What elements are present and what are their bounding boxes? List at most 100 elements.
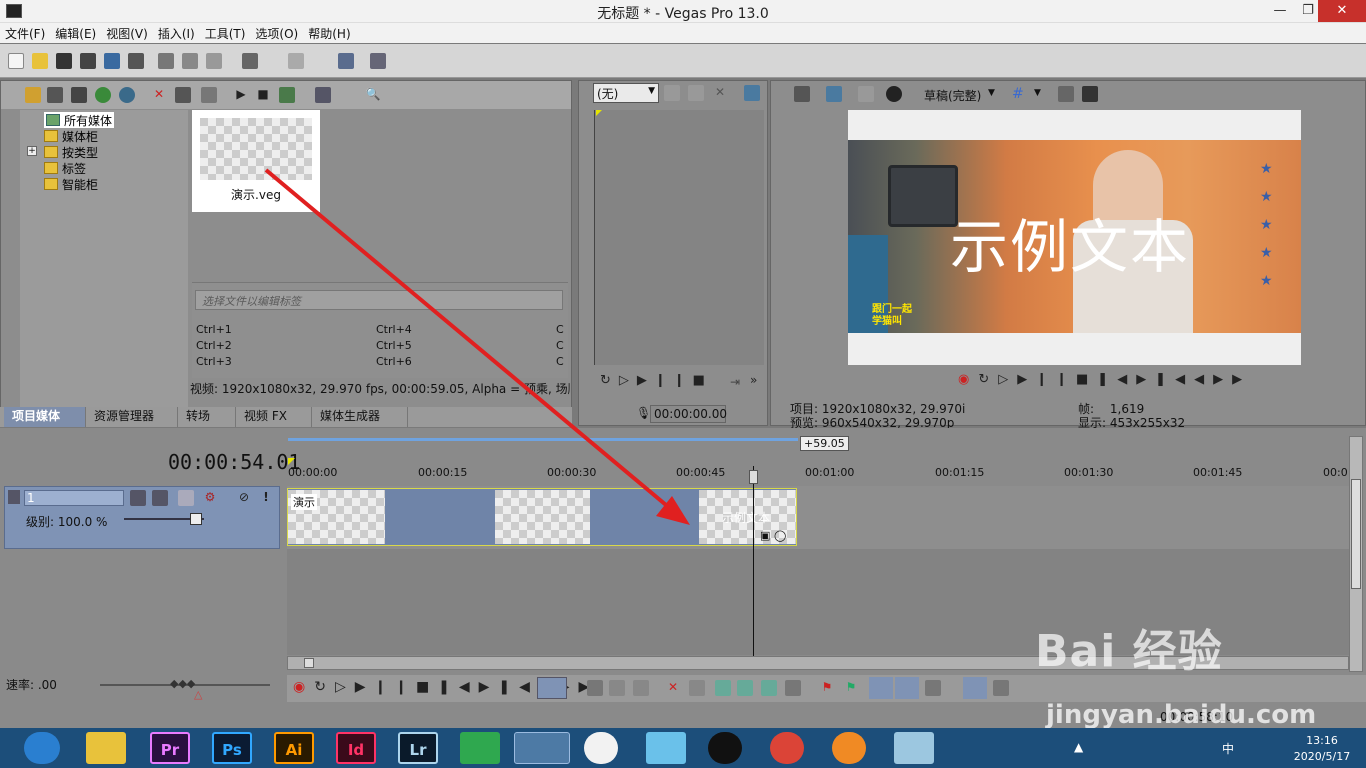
tree-item-tags[interactable]: 标签: [44, 160, 86, 176]
undo-icon[interactable]: [242, 53, 258, 69]
lightroom-icon[interactable]: Lr: [398, 732, 438, 764]
clock-date[interactable]: 2020/5/17: [1290, 750, 1354, 763]
insert-region-icon[interactable]: ⚑: [843, 680, 859, 696]
overlays-icon[interactable]: #: [1012, 86, 1024, 102]
chevron-down-icon[interactable]: ▼: [988, 88, 995, 98]
tree-item-by-type[interactable]: 按类型: [44, 144, 98, 160]
illustrator-icon[interactable]: Ai: [274, 732, 314, 764]
import-media-icon[interactable]: [25, 87, 41, 103]
stop-icon[interactable]: ■: [255, 87, 271, 103]
delete-icon[interactable]: ✕: [665, 680, 681, 696]
qq-icon[interactable]: [708, 732, 742, 764]
trim-monitor-icon[interactable]: [744, 85, 760, 101]
track-motion-icon[interactable]: [130, 490, 146, 506]
menu-view[interactable]: 视图(V): [101, 23, 153, 44]
new-file-icon[interactable]: [8, 53, 24, 69]
indesign-icon[interactable]: Id: [336, 732, 376, 764]
remove-icon[interactable]: ✕: [151, 87, 167, 103]
trim-icon[interactable]: [689, 680, 705, 696]
solo-icon[interactable]: !: [258, 490, 274, 506]
ripple-edit-icon[interactable]: [925, 680, 941, 696]
trim-more-icon[interactable]: »: [750, 373, 757, 387]
capture-icon[interactable]: [47, 87, 63, 103]
ime-indicator[interactable]: 中: [1222, 740, 1234, 757]
gear-icon[interactable]: ⚙: [202, 490, 218, 506]
split-screen-icon[interactable]: [886, 86, 902, 102]
media-fx-icon[interactable]: [201, 87, 217, 103]
rate-slider-handle[interactable]: ◆◆◆: [170, 677, 195, 690]
views-icon[interactable]: [315, 87, 331, 103]
render-icon[interactable]: [104, 53, 120, 69]
event-fx-icon[interactable]: ◯: [774, 529, 786, 542]
preview-quality-select[interactable]: 草稿(完整): [924, 87, 981, 104]
web-icon[interactable]: [95, 87, 111, 103]
playhead-cursor[interactable]: [753, 466, 754, 656]
split-icon[interactable]: [761, 680, 777, 696]
event-pan-crop-icon[interactable]: ▣: [760, 529, 770, 542]
file-explorer-icon[interactable]: [86, 732, 126, 764]
properties-icon[interactable]: [128, 53, 144, 69]
auto-preview-icon[interactable]: [279, 87, 295, 103]
loop-region-bar[interactable]: [288, 438, 798, 441]
external-monitor-icon[interactable]: [826, 86, 842, 102]
trim-insert-icon[interactable]: ⇥: [730, 375, 740, 389]
chevron-down-icon[interactable]: ▼: [1034, 88, 1041, 98]
normal-edit-tool-icon[interactable]: [537, 677, 567, 699]
snapping-icon[interactable]: [869, 677, 893, 699]
chrome-icon[interactable]: [770, 732, 804, 764]
expand-toggle[interactable]: +: [27, 146, 37, 156]
menu-tools[interactable]: 工具(T): [200, 23, 251, 44]
record-icon[interactable]: ◉: [293, 679, 314, 695]
tree-item-bins[interactable]: 媒体柜: [44, 128, 98, 144]
tab-video-fx[interactable]: 视频 FX: [236, 407, 312, 427]
lock-icon[interactable]: [785, 680, 801, 696]
get-media-icon[interactable]: [71, 87, 87, 103]
clock-time[interactable]: 13:16: [1296, 734, 1348, 747]
trim-tool-icon[interactable]: [664, 85, 680, 101]
preview-properties-icon[interactable]: [794, 86, 810, 102]
redo-icon[interactable]: [288, 53, 304, 69]
ignore-grouping-icon[interactable]: [993, 680, 1009, 696]
preview-transport[interactable]: ◉↻▷▶❙❙■❚◀▶❚◀◀▶▶: [958, 372, 1251, 387]
search-icon[interactable]: 🔍: [365, 87, 381, 103]
trim-start-icon[interactable]: [715, 680, 731, 696]
envelope-tool-icon[interactable]: [587, 680, 603, 696]
timeline-ruler[interactable]: 00:00:00 00:00:15 00:00:30 00:00:45 00:0…: [287, 466, 1349, 486]
compositing-icon[interactable]: [178, 490, 194, 506]
cut-icon[interactable]: [158, 53, 174, 69]
edit-tool-icon[interactable]: [338, 53, 354, 69]
save-snapshot-icon[interactable]: [1082, 86, 1098, 102]
track-collapse-icon[interactable]: [8, 490, 20, 504]
video-event-clip[interactable]: 演示 示例文本 ▣ ◯: [287, 488, 797, 546]
copy-snapshot-icon[interactable]: [1058, 86, 1074, 102]
browser-icon[interactable]: [832, 732, 866, 764]
lock-envelopes-icon[interactable]: [963, 677, 987, 699]
trimmer-transport[interactable]: ↻▷▶❙❙■: [600, 373, 713, 388]
open-folder-icon[interactable]: [32, 53, 48, 69]
mute-icon[interactable]: ⊘: [236, 490, 252, 506]
app-icon[interactable]: [646, 732, 686, 764]
trimmer-view[interactable]: [594, 110, 764, 365]
tab-media-generators[interactable]: 媒体生成器: [312, 407, 408, 427]
level-slider-handle[interactable]: [190, 513, 202, 525]
green-app-icon[interactable]: [460, 732, 500, 764]
tray-expand-icon[interactable]: ▲: [1074, 740, 1083, 754]
tree-item-smart-bins[interactable]: 智能柜: [44, 176, 98, 192]
video-fx-icon[interactable]: [858, 86, 874, 102]
insert-marker-icon[interactable]: ⚑: [819, 680, 835, 696]
trimmer-source-select[interactable]: (无) ▼: [593, 83, 659, 103]
tree-item-all-media[interactable]: 所有媒体: [44, 112, 115, 128]
selection-tool-icon[interactable]: [609, 680, 625, 696]
media-properties-icon[interactable]: [175, 87, 191, 103]
track-name-field[interactable]: 1: [24, 490, 124, 506]
tab-project-media[interactable]: 项目媒体: [4, 407, 86, 427]
whats-this-icon[interactable]: [370, 53, 386, 69]
tab-transitions[interactable]: 转场: [178, 407, 236, 427]
vertical-scrollbar[interactable]: [1349, 436, 1363, 672]
track-fx-icon[interactable]: [152, 490, 168, 506]
save-icon[interactable]: [56, 53, 72, 69]
tab-explorer[interactable]: 资源管理器: [86, 407, 178, 427]
paste-icon[interactable]: [206, 53, 222, 69]
close-icon[interactable]: ✕: [1318, 0, 1366, 22]
menu-insert[interactable]: 插入(I): [153, 23, 200, 44]
